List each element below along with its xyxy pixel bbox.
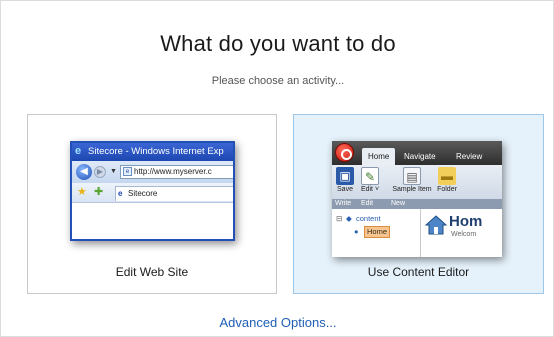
- browser-tab-bar: ★ ✚ e Sitecore: [72, 183, 233, 203]
- use-content-editor-option[interactable]: Home Navigate Review ▣ Save ✎ Edit ˅ ▤ S…: [293, 114, 544, 294]
- database-icon: ◆: [346, 214, 352, 223]
- browser-address-text: http://www.myserver.c: [134, 167, 212, 176]
- browser-address-bar: e http://www.myserver.c: [120, 165, 233, 179]
- back-arrow-icon: ◀: [76, 164, 92, 180]
- document-icon: ▤: [403, 167, 421, 185]
- sitecore-logo-icon: [335, 143, 354, 162]
- chevron-down-icon: ˅: [374, 186, 380, 193]
- favorites-star-icon: ★: [77, 186, 87, 198]
- ribbon-edit-label: Edit: [360, 186, 373, 193]
- ribbon-group-edit: Edit: [358, 199, 388, 209]
- home-node-icon: ●: [354, 227, 359, 236]
- browser-nav-bar: ◀ ▶ ▼ e http://www.myserver.c: [72, 161, 233, 183]
- use-content-editor-label: Use Content Editor: [367, 265, 470, 279]
- browser-tab-label: Sitecore: [128, 189, 158, 198]
- chevron-down-icon: ▼: [110, 168, 117, 175]
- edit-web-site-thumbnail: e Sitecore - Windows Internet Exp ◀ ▶ ▼ …: [70, 141, 235, 241]
- edit-web-site-label: Edit Web Site: [115, 265, 189, 279]
- tab-page-icon: e: [118, 189, 123, 198]
- ribbon-group-write: Write: [332, 199, 358, 209]
- page-title: What do you want to do: [160, 31, 396, 56]
- preview-title: Hom: [449, 213, 483, 230]
- ribbon-folder: ▬ Folder: [434, 167, 460, 194]
- edit-web-site-option[interactable]: e Sitecore - Windows Internet Exp ◀ ▶ ▼ …: [27, 114, 277, 294]
- editor-preview-pane: Hom Welcom: [420, 209, 502, 257]
- save-icon: ▣: [336, 167, 354, 185]
- editor-tab-navigate: Navigate: [404, 152, 436, 161]
- preview-subtitle: Welcom: [451, 231, 477, 238]
- editor-tab-review: Review: [456, 152, 483, 161]
- ribbon-save-label: Save: [337, 186, 353, 193]
- ribbon-sample-item: ▤ Sample Item: [392, 167, 432, 194]
- content-tree: ⊟ ◆ content ● Home Hom Welcom: [332, 209, 502, 257]
- browser-title-bar: e Sitecore - Windows Internet Exp: [72, 143, 233, 161]
- dialog-panel: What do you want to do Please choose an …: [0, 0, 554, 337]
- ribbon-folder-label: Folder: [437, 186, 457, 193]
- page-subtitle: Please choose an activity...: [211, 75, 345, 87]
- editor-tab-home: Home: [362, 148, 396, 165]
- tree-node-content: content: [356, 214, 381, 223]
- browser-tab: e Sitecore: [115, 186, 233, 201]
- ribbon-sample-item-label: Sample Item: [392, 186, 432, 193]
- ribbon-save: ▣ Save: [336, 167, 354, 194]
- folder-icon: ▬: [438, 167, 456, 185]
- collapse-icon: ⊟: [336, 214, 343, 223]
- tree-node-home: Home: [364, 226, 391, 238]
- page-icon: e: [123, 167, 132, 176]
- ribbon-edit: ✎ Edit ˅: [358, 167, 382, 194]
- ie-logo-icon: e: [75, 145, 82, 157]
- ribbon-group-new: New: [388, 199, 502, 209]
- content-editor-thumbnail: Home Navigate Review ▣ Save ✎ Edit ˅ ▤ S…: [332, 141, 502, 257]
- editor-tab-bar: Home Navigate Review: [332, 141, 502, 165]
- add-favorite-icon: ✚: [94, 186, 104, 198]
- house-icon: [425, 215, 447, 235]
- editor-ribbon: ▣ Save ✎ Edit ˅ ▤ Sample Item ▬ Folder W…: [332, 165, 502, 209]
- forward-arrow-icon: ▶: [94, 166, 106, 178]
- edit-icon: ✎: [361, 167, 379, 185]
- browser-window-title: Sitecore - Windows Internet Exp: [88, 146, 224, 157]
- advanced-options-link[interactable]: Advanced Options...: [1, 315, 554, 330]
